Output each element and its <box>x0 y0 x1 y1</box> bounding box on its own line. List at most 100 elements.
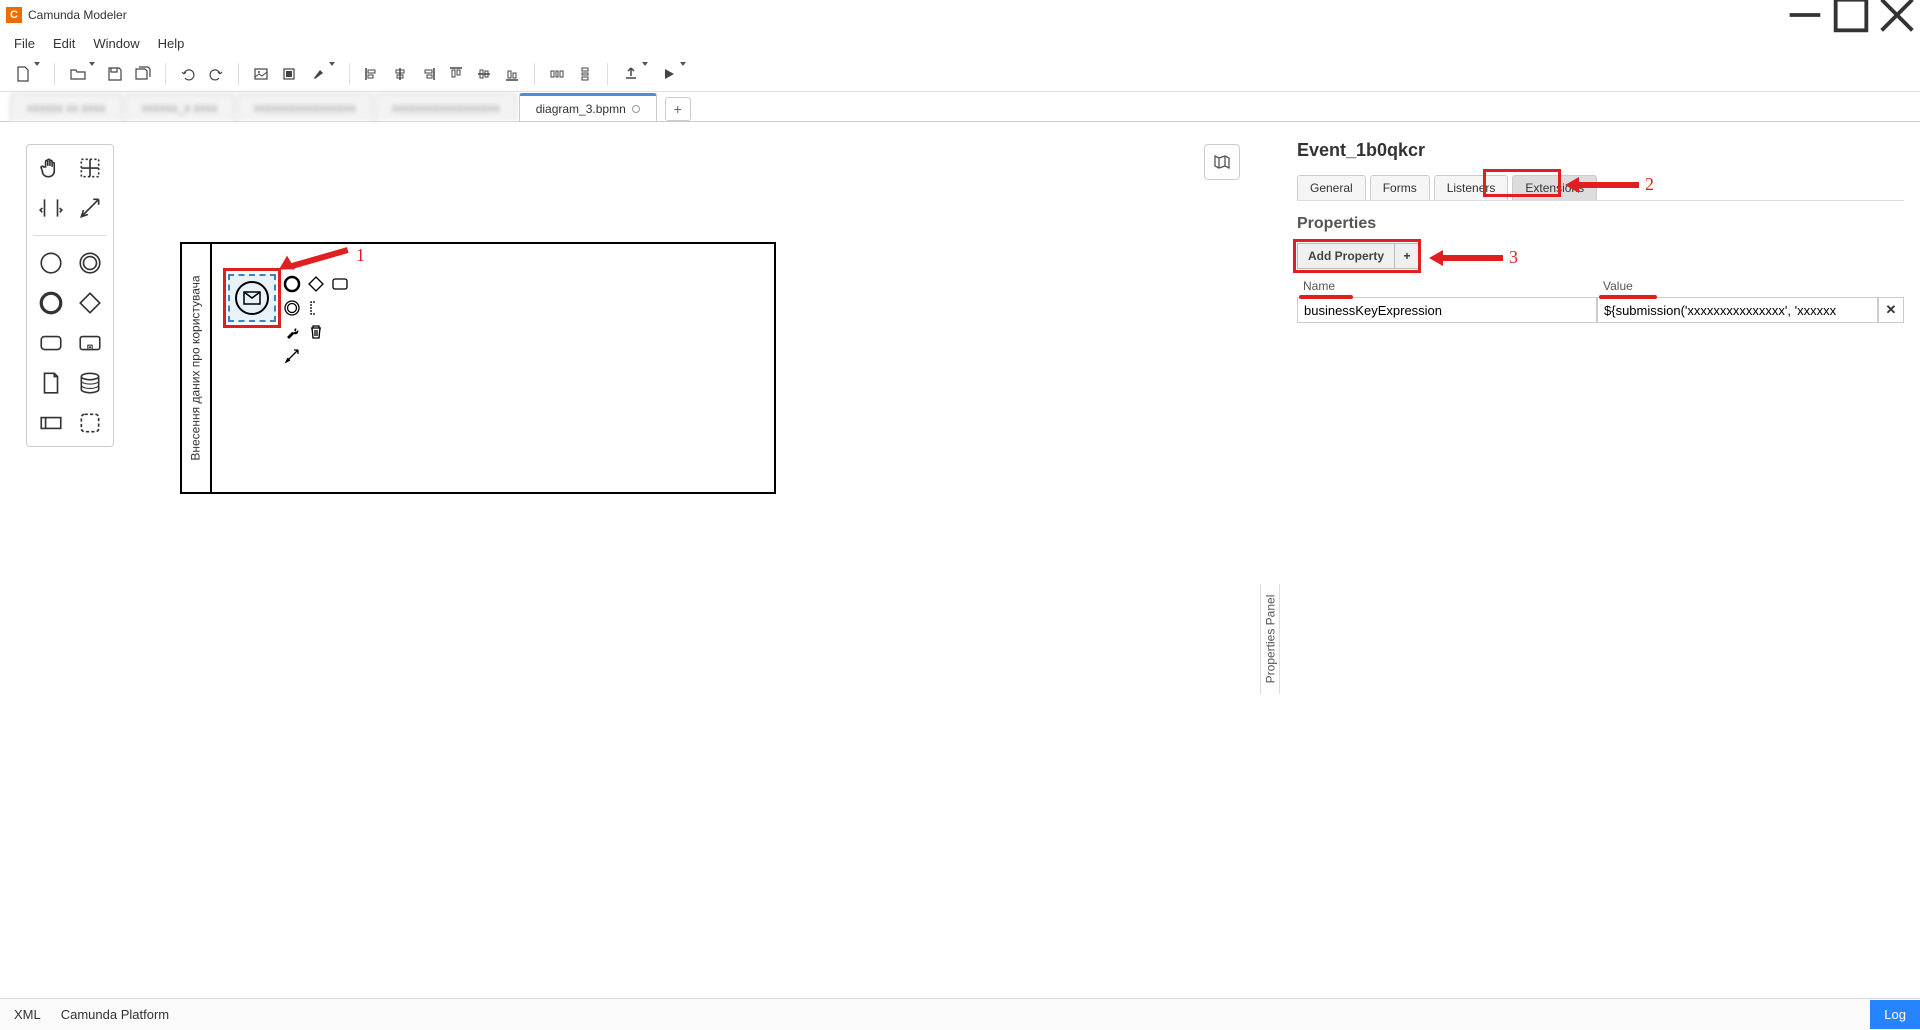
ctx-trash-icon[interactable] <box>306 322 326 342</box>
add-tab-button[interactable]: + <box>665 97 691 121</box>
align-left-button[interactable] <box>360 62 384 86</box>
properties-table: Name Value ✕ <box>1297 279 1904 323</box>
ctx-empty <box>330 298 350 318</box>
toolbar-separator <box>54 63 55 85</box>
subprocess-icon[interactable] <box>75 328 105 358</box>
align-bottom-button[interactable] <box>500 62 524 86</box>
task-icon[interactable] <box>36 328 66 358</box>
tabstrip: xxxxxx xx xxxx xxxxxx_x xxxx xxxxxxxxxxx… <box>0 92 1920 122</box>
ptab-listeners[interactable]: Listeners <box>1434 175 1509 200</box>
element-templates-button[interactable] <box>277 62 301 86</box>
menu-edit[interactable]: Edit <box>45 33 83 54</box>
ctx-connect-icon[interactable] <box>282 346 302 366</box>
toolbar-separator <box>349 63 350 85</box>
ctx-annotation-icon[interactable] <box>306 298 326 318</box>
deploy-button[interactable] <box>618 62 652 86</box>
tool-palette <box>26 144 114 447</box>
maximize-button[interactable] <box>1828 0 1874 30</box>
add-property-button[interactable]: Add Property + <box>1297 243 1420 269</box>
delete-property-button[interactable]: ✕ <box>1878 297 1904 323</box>
status-platform[interactable]: Camunda Platform <box>61 1007 169 1022</box>
data-store-icon[interactable] <box>75 368 105 398</box>
annotation-underline-name <box>1299 295 1353 299</box>
save-all-button[interactable] <box>131 62 155 86</box>
property-name-input[interactable] <box>1297 297 1597 323</box>
ptab-forms[interactable]: Forms <box>1370 175 1430 200</box>
tab-blurred-1[interactable]: xxxxxx xx xxxx <box>10 93 123 121</box>
toolbar-separator <box>534 63 535 85</box>
image-button[interactable] <box>249 62 273 86</box>
start-button[interactable] <box>656 62 690 86</box>
align-middle-button[interactable] <box>472 62 496 86</box>
ctx-end-event-icon[interactable] <box>282 274 302 294</box>
distribute-v-button[interactable] <box>573 62 597 86</box>
intermediate-event-icon[interactable] <box>75 248 105 278</box>
titlebar-left: C Camunda Modeler <box>6 7 127 23</box>
lasso-tool-icon[interactable] <box>75 153 105 183</box>
align-right-button[interactable] <box>416 62 440 86</box>
save-button[interactable] <box>103 62 127 86</box>
callout-2: 2 <box>1565 174 1654 195</box>
annotation-underline-value <box>1599 295 1657 299</box>
tab-blurred-4[interactable]: xxxxxxxxxxxxxxxxxx <box>375 93 517 121</box>
window-controls <box>1782 0 1920 30</box>
ptab-general[interactable]: General <box>1297 175 1366 200</box>
message-start-event[interactable] <box>228 274 276 322</box>
data-object-icon[interactable] <box>36 368 66 398</box>
tab-active[interactable]: diagram_3.bpmn <box>519 93 657 121</box>
bpmn-participant[interactable]: Внесення даних про користувача <box>180 242 776 494</box>
property-value-input[interactable] <box>1597 297 1878 323</box>
minimap-toggle[interactable] <box>1204 144 1240 180</box>
ctx-empty2 <box>330 322 350 342</box>
properties-panel: Event_1b0qkcr General Forms Listeners Ex… <box>1280 122 1920 976</box>
color-button[interactable] <box>305 62 339 86</box>
callout-3: 3 <box>1429 247 1518 268</box>
connect-tool-icon[interactable] <box>75 193 105 223</box>
menu-file[interactable]: File <box>6 33 43 54</box>
spacer <box>0 976 1920 998</box>
minimize-button[interactable] <box>1782 0 1828 30</box>
undo-button[interactable] <box>176 62 200 86</box>
ctx-wrench-icon[interactable] <box>282 322 302 342</box>
space-tool-icon[interactable] <box>36 193 66 223</box>
align-center-button[interactable] <box>388 62 412 86</box>
menu-help[interactable]: Help <box>150 33 193 54</box>
ctx-task-icon[interactable] <box>330 274 350 294</box>
start-event-icon[interactable] <box>36 248 66 278</box>
tab-blurred-2[interactable]: xxxxxx_x xxxx <box>125 93 235 121</box>
align-top-button[interactable] <box>444 62 468 86</box>
titlebar: C Camunda Modeler <box>0 0 1920 30</box>
header-value: Value <box>1597 279 1904 293</box>
plus-icon: + <box>1395 244 1419 268</box>
menu-window[interactable]: Window <box>85 33 147 54</box>
open-file-button[interactable] <box>65 62 99 86</box>
new-file-button[interactable] <box>10 62 44 86</box>
properties-headers: Name Value <box>1297 279 1904 293</box>
section-title: Properties <box>1297 215 1904 233</box>
end-event-icon[interactable] <box>36 288 66 318</box>
canvas[interactable]: Внесення даних про користувача <box>0 122 1260 976</box>
toolbar-separator <box>607 63 608 85</box>
pool-icon[interactable] <box>36 408 66 438</box>
distribute-h-button[interactable] <box>545 62 569 86</box>
workarea: Внесення даних про користувача <box>0 122 1920 976</box>
context-pad <box>282 274 350 366</box>
tab-label: diagram_3.bpmn <box>536 102 626 116</box>
close-button[interactable] <box>1874 0 1920 30</box>
ctx-intermediate-icon[interactable] <box>282 298 302 318</box>
tab-blurred-3[interactable]: xxxxxxxxxxxxxxxxx <box>237 93 373 121</box>
status-xml[interactable]: XML <box>14 1007 41 1022</box>
gateway-icon[interactable] <box>75 288 105 318</box>
hand-tool-icon[interactable] <box>36 153 66 183</box>
status-left: XML Camunda Platform <box>14 1007 169 1022</box>
palette-separator <box>33 235 107 236</box>
unsaved-indicator-icon <box>632 105 640 113</box>
property-row: ✕ <box>1297 297 1904 323</box>
properties-panel-collapse[interactable]: Properties Panel <box>1260 584 1280 694</box>
ctx-gateway-icon[interactable] <box>306 274 326 294</box>
callout-1: 1 <box>278 255 365 276</box>
redo-button[interactable] <box>204 62 228 86</box>
group-icon[interactable] <box>75 408 105 438</box>
element-id: Event_1b0qkcr <box>1297 140 1904 161</box>
log-button[interactable]: Log <box>1870 1000 1920 1029</box>
